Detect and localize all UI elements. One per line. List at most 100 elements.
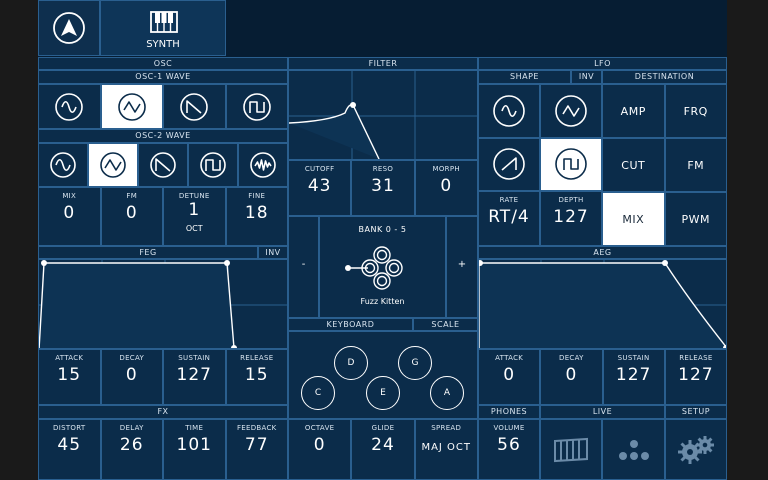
logo-button[interactable] (38, 0, 100, 56)
sine-wave-icon (55, 92, 84, 121)
lfo-dest-mix[interactable]: MIX (602, 192, 665, 246)
osc2-wave-triangle[interactable] (88, 143, 138, 187)
phones-volume-knob[interactable]: VOLUME 56 (478, 419, 540, 480)
phones-header: PHONES (478, 405, 540, 419)
square-wave-icon (242, 92, 271, 121)
sine-wave-icon (493, 94, 525, 127)
osc1-wave-square[interactable] (225, 84, 288, 129)
osc1-wave-saw[interactable] (163, 84, 226, 129)
scale-button[interactable]: SCALE (413, 318, 478, 331)
phones-volume-label: VOLUME (493, 424, 525, 432)
param-label: FINE (248, 192, 266, 200)
lfo-shape-ramp-down[interactable] (478, 137, 540, 191)
kbp-knob-octave[interactable]: OCTAVE 0 (288, 419, 352, 480)
osc2-wave-saw[interactable] (138, 143, 188, 187)
feg-inv-button[interactable]: INV (258, 246, 288, 259)
fegp-knob-attack[interactable]: ATTACK 15 (38, 349, 101, 405)
lfo-dest-label: FRQ (683, 104, 708, 118)
preset-icon (345, 246, 403, 290)
bank-next-label: + (457, 259, 467, 270)
oscp-knob-detune[interactable]: DETUNE 1 OCT (163, 187, 226, 246)
bank-preset-panel[interactable]: BANK 0 - 5 Fuzz Kitten (319, 216, 446, 318)
lfop-knob-depth[interactable]: DEPTH 127 (540, 191, 602, 246)
param-label: DECAY (119, 354, 145, 362)
lfo-dest-fm[interactable]: FM (664, 138, 727, 192)
synth-app: SYNTH OSC OSC-1 WAVE OSC-2 WAVE MIX 0 FM 0 D… (38, 0, 727, 480)
oscp-knob-fm[interactable]: FM 0 (100, 187, 163, 246)
ramp-down-wave-icon (493, 148, 525, 181)
feg-header: FEG (38, 246, 258, 259)
aeg-envelope-display[interactable] (478, 259, 727, 349)
param-value: 15 (244, 365, 269, 385)
aegp-knob-attack[interactable]: ATTACK 0 (478, 349, 541, 405)
osc-header: OSC (38, 57, 288, 70)
key-d[interactable]: D (334, 346, 368, 380)
key-e[interactable]: E (366, 376, 400, 410)
param-label: DECAY (559, 354, 584, 362)
param-value: 1 (188, 200, 201, 220)
filter-curve (289, 71, 477, 159)
param-label: OCTAVE (304, 424, 335, 432)
lfop-knob-rate[interactable]: RATE RT/4 (478, 191, 540, 246)
param-label: SPREAD (431, 424, 462, 432)
aegp-knob-release[interactable]: RELEASE 127 (664, 349, 727, 405)
osc2-wave-noise[interactable] (238, 143, 288, 187)
aegp-knob-sustain[interactable]: SUSTAIN 127 (602, 349, 665, 405)
osc2-wave-sine[interactable] (38, 143, 88, 187)
tab-synth[interactable]: SYNTH (100, 0, 226, 56)
fxp-knob-distort[interactable]: DISTORT 45 (38, 419, 101, 480)
osc1-wave-triangle[interactable] (100, 84, 163, 129)
oscp-knob-mix[interactable]: MIX 0 (38, 187, 101, 246)
param-value: 0 (503, 365, 516, 385)
fegp-knob-sustain[interactable]: SUSTAIN 127 (163, 349, 226, 405)
preset-name: Fuzz Kitten (360, 297, 405, 306)
square-wave-icon (555, 148, 587, 181)
filter-curve-display[interactable] (288, 70, 478, 160)
lfo-dest-cut[interactable]: CUT (602, 138, 665, 192)
lfo-inv-button[interactable]: INV (571, 70, 602, 84)
kbp-knob-spread[interactable]: SPREAD MAJ OCT (414, 419, 478, 480)
aegp-knob-decay[interactable]: DECAY 0 (540, 349, 603, 405)
bank-prev-button[interactable]: - (288, 216, 319, 318)
oscp-knob-fine[interactable]: FINE 18 (225, 187, 288, 246)
osc2-wave-square[interactable] (188, 143, 238, 187)
fegp-knob-decay[interactable]: DECAY 0 (100, 349, 163, 405)
bank-next-button[interactable]: + (446, 216, 478, 318)
fegp-knob-release[interactable]: RELEASE 15 (225, 349, 288, 405)
fxp-knob-feedback[interactable]: FEEDBACK 77 (225, 419, 288, 480)
lfo-shape-sine[interactable] (478, 84, 540, 138)
param-value: 24 (371, 435, 395, 455)
filp-knob-morph[interactable]: MORPH 0 (414, 160, 478, 216)
param-value: 0 (63, 203, 76, 223)
keyboard-keys-panel: CDEGA (288, 331, 478, 419)
fxp-knob-time[interactable]: TIME 101 (163, 419, 226, 480)
fxp-knob-delay[interactable]: DELAY 26 (100, 419, 163, 480)
lfo-shape-square[interactable] (540, 137, 602, 191)
filp-knob-reso[interactable]: RESO 31 (351, 160, 415, 216)
filp-knob-cutoff[interactable]: CUTOFF 43 (288, 160, 352, 216)
setup-button[interactable] (665, 419, 727, 480)
tab-synth-label: SYNTH (146, 39, 180, 50)
key-a[interactable]: A (430, 376, 464, 410)
lfo-dest-label: CUT (621, 158, 646, 172)
lfo-dest-frq[interactable]: FRQ (664, 84, 727, 138)
param-label: FM (126, 192, 138, 200)
phones-volume-value: 56 (497, 435, 521, 455)
keyboard-header: KEYBOARD (288, 318, 413, 331)
lfo-dest-label: FM (687, 158, 705, 172)
feg-envelope-display[interactable] (38, 259, 288, 349)
triangle-wave-icon (100, 152, 126, 178)
kbp-knob-glide[interactable]: GLIDE 24 (351, 419, 415, 480)
square-wave-icon (200, 152, 226, 178)
live-keyboard-button[interactable] (540, 419, 602, 480)
lfo-dest-pwm[interactable]: PWM (664, 192, 727, 246)
logo-icon (53, 12, 85, 44)
param-label: TIME (185, 424, 204, 432)
key-c[interactable]: C (301, 376, 335, 410)
osc1-wave-sine[interactable] (38, 84, 101, 129)
live-pads-button[interactable] (602, 419, 665, 480)
lfo-shape-triangle[interactable] (540, 84, 602, 138)
lfo-dest-amp[interactable]: AMP (602, 84, 665, 138)
key-g[interactable]: G (398, 346, 432, 380)
param-label: CUTOFF (304, 165, 335, 173)
